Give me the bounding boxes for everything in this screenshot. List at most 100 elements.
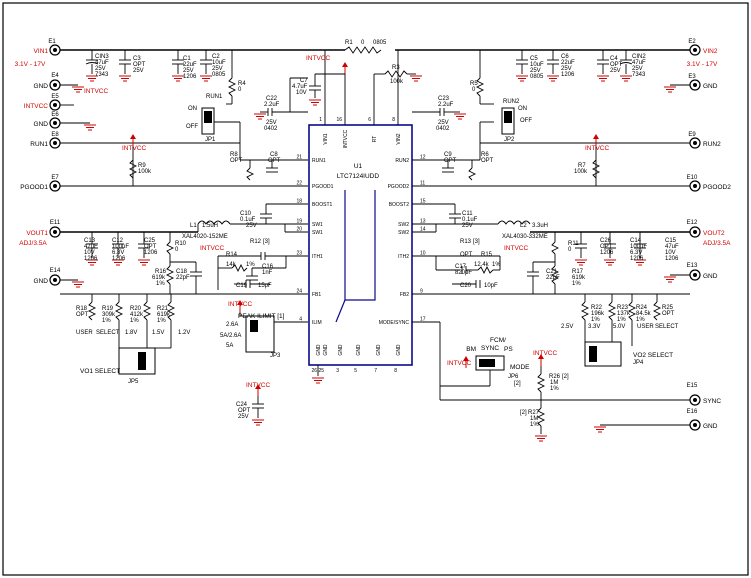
ic-pin-name-right: BOOST2 xyxy=(389,202,410,208)
ic-pin-num-bottom: 3 xyxy=(336,368,339,374)
ic-pin-name-right: PGOOD2 xyxy=(388,184,410,190)
ic-pin-name-right: FB2 xyxy=(400,292,409,298)
svg-text:R15: R15 xyxy=(481,252,493,258)
svg-text:JP2: JP2 xyxy=(504,137,515,143)
svg-text:1%: 1% xyxy=(636,317,645,323)
terminal-e4[interactable] xyxy=(49,79,61,91)
ic-pin-name-right: ITH2 xyxy=(398,254,409,260)
svg-text:0402: 0402 xyxy=(436,126,450,132)
ic-pin-num-bottom: 25 xyxy=(318,368,324,374)
svg-text:BM: BM xyxy=(466,346,476,353)
svg-text:OPT: OPT xyxy=(460,252,473,258)
intvcc-flag-top: INTVCC xyxy=(306,55,331,62)
svg-text:25V: 25V xyxy=(462,223,473,229)
e8-label: RUN1 xyxy=(30,141,48,148)
ic-pin-name-left: SW1 xyxy=(312,230,323,236)
svg-text:1206: 1206 xyxy=(183,74,197,80)
svg-text:R12: R12 xyxy=(250,239,262,245)
svg-text:12.4k: 12.4k xyxy=(474,262,490,268)
svg-text:L1: L1 xyxy=(190,223,197,229)
svg-text:USER: USER xyxy=(76,330,93,336)
terminal-e12[interactable] xyxy=(689,226,701,238)
ic-pin-num-bottom: 8 xyxy=(394,368,397,374)
terminal-e2[interactable] xyxy=(689,44,701,56)
terminal-e13[interactable] xyxy=(689,269,701,281)
svg-text:1%: 1% xyxy=(530,422,539,428)
resistor-r1 xyxy=(344,46,382,54)
e2-sub: 3.1V - 17V xyxy=(687,61,718,68)
svg-text:0805: 0805 xyxy=(373,40,387,46)
svg-text:0: 0 xyxy=(472,87,476,93)
e3-ref: E3 xyxy=(688,74,696,80)
terminal-e15[interactable] xyxy=(689,394,701,406)
e10-label: PGOOD2 xyxy=(703,184,731,191)
e15-label: SYNC xyxy=(703,398,721,405)
ic-pin-name-bottom: GND xyxy=(396,344,402,356)
svg-text:1.8V: 1.8V xyxy=(125,330,137,336)
e7-label: PGOOD1 xyxy=(20,184,48,191)
svg-text:1206: 1206 xyxy=(665,256,679,262)
svg-text:XAL4020-152ME: XAL4020-152ME xyxy=(182,234,228,240)
jumper-jp5[interactable] xyxy=(118,347,156,375)
ic-pin-name-top: VIN2 xyxy=(396,133,402,144)
svg-text:OFF: OFF xyxy=(520,118,532,124)
svg-text:0: 0 xyxy=(361,40,365,46)
terminal-e3[interactable] xyxy=(689,79,701,91)
svg-text:820pF: 820pF xyxy=(455,270,472,276)
ic-pin-name-left: FB1 xyxy=(312,292,321,298)
svg-text:MODE: MODE xyxy=(510,364,530,371)
svg-text:3.3V: 3.3V xyxy=(588,324,600,330)
intvcc-flag-run2: INTVCC xyxy=(585,145,610,152)
ic-pin-num-bottom: 26 xyxy=(311,368,317,374)
e2-ref: E2 xyxy=(688,39,696,45)
terminal-e9[interactable] xyxy=(689,137,701,149)
svg-text:SYNC: SYNC xyxy=(481,345,499,352)
svg-text:100k: 100k xyxy=(574,169,588,175)
svg-text:10pF: 10pF xyxy=(484,283,498,289)
ic-pin-name-left: SW1 xyxy=(312,222,323,228)
terminal-e8[interactable] xyxy=(49,137,61,149)
terminal-e1[interactable] xyxy=(49,44,61,56)
e4-ref: E4 xyxy=(51,73,59,79)
svg-text:VO2 SELECT: VO2 SELECT xyxy=(633,352,673,359)
e13-ref: E13 xyxy=(687,263,698,269)
ic-pin-num-bottom: 5 xyxy=(354,368,357,374)
svg-text:ON: ON xyxy=(518,106,527,112)
svg-text:1%: 1% xyxy=(130,318,139,324)
svg-text:OPT: OPT xyxy=(481,158,494,164)
terminal-e5[interactable] xyxy=(49,99,61,111)
terminal-e7[interactable] xyxy=(49,180,61,192)
ic-pin-name-bottom: GND xyxy=(338,344,344,356)
svg-text:3.3uH: 3.3uH xyxy=(532,223,548,229)
svg-text:2.2uF: 2.2uF xyxy=(264,102,280,108)
svg-text:0: 0 xyxy=(175,247,179,253)
terminal-e16[interactable] xyxy=(689,419,701,431)
e6-label: GND xyxy=(34,121,49,128)
intvcc-flag-ith2: INTVCC xyxy=(504,245,529,252)
svg-text:OPT: OPT xyxy=(268,158,281,164)
svg-text:1206: 1206 xyxy=(84,256,98,262)
svg-text:1206: 1206 xyxy=(144,250,158,256)
ic-pin-name-left: ILIM xyxy=(312,320,322,326)
terminal-e14[interactable] xyxy=(49,274,61,286)
ic-part: LTC7124IUDD xyxy=(337,173,379,180)
svg-text:OPT: OPT xyxy=(444,158,457,164)
terminal-e10[interactable] xyxy=(689,180,701,192)
resistor-r3 xyxy=(384,70,408,78)
svg-text:PS: PS xyxy=(504,346,513,353)
svg-text:1206: 1206 xyxy=(630,256,644,262)
terminal-e11[interactable] xyxy=(49,226,61,238)
schematic-diagram: U1 LTC7124IUDD RUN121PGOOD122BOOST118SW1… xyxy=(2,2,749,576)
svg-text:22pF: 22pF xyxy=(176,275,190,281)
svg-text:[2]: [2] xyxy=(514,381,521,387)
e7-ref: E7 xyxy=(51,175,59,181)
svg-text:RUN1: RUN1 xyxy=(206,94,223,100)
ic-pin-name-top: INTVCC xyxy=(343,129,349,148)
svg-text:PEAK ILIMIT [1]: PEAK ILIMIT [1] xyxy=(238,313,285,320)
ic-pin-name-bottom: GND xyxy=(316,344,322,356)
svg-text:1nF: 1nF xyxy=(262,270,273,276)
terminal-e6[interactable] xyxy=(49,117,61,129)
e4-label: GND xyxy=(34,83,49,90)
e14-label: GND xyxy=(34,278,49,285)
svg-text:[2]: [2] xyxy=(520,410,527,416)
